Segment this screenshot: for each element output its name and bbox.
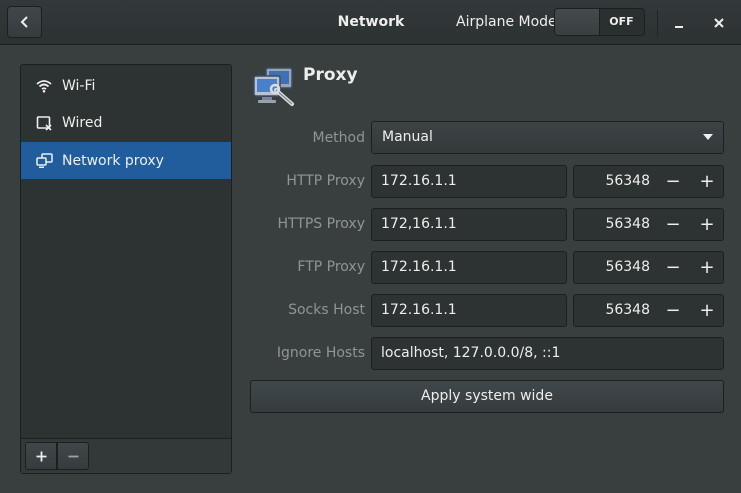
chevron-left-icon — [20, 16, 28, 28]
switch-knob[interactable] — [555, 9, 600, 35]
ftp-proxy-port-spinbutton[interactable]: 56348 − + — [573, 251, 724, 284]
sidebar-item-label: Wired — [62, 114, 103, 131]
chevron-down-icon — [703, 134, 713, 140]
header-separator — [657, 10, 658, 36]
http-proxy-host-input[interactable]: 172.16.1.1 — [371, 165, 567, 198]
ignore-hosts-label: Ignore Hosts — [276, 345, 365, 361]
minus-icon — [68, 455, 78, 457]
minimize-icon — [675, 26, 683, 28]
wifi-icon — [35, 77, 53, 95]
method-dropdown[interactable]: Manual — [371, 121, 724, 154]
ftp-proxy-label: FTP Proxy — [297, 259, 365, 275]
sidebar-item-label: Network proxy — [62, 152, 164, 169]
panel-title: Proxy — [303, 65, 358, 85]
port-decrement-button[interactable]: − — [656, 295, 690, 326]
port-increment-button[interactable]: + — [690, 209, 724, 240]
method-label: Method — [312, 130, 365, 146]
sidebar-toolbar — [21, 438, 231, 473]
method-value: Manual — [382, 129, 433, 145]
plus-icon — [36, 451, 46, 461]
https-proxy-port-spinbutton[interactable]: 56348 − + — [573, 208, 724, 241]
close-icon — [714, 18, 724, 28]
port-decrement-button[interactable]: − — [656, 209, 690, 240]
sidebar-item-label: Wi-Fi — [62, 77, 96, 94]
airplane-mode-label: Airplane Mode — [456, 14, 557, 30]
port-increment-button[interactable]: + — [690, 166, 724, 197]
sidebar: Wi-Fi Wired Network proxy — [20, 64, 232, 474]
port-value[interactable]: 56348 — [574, 252, 650, 283]
port-increment-button[interactable]: + — [690, 295, 724, 326]
port-value[interactable]: 56348 — [574, 166, 650, 197]
port-value[interactable]: 56348 — [574, 209, 650, 240]
back-button[interactable] — [7, 6, 42, 38]
port-decrement-button[interactable]: − — [656, 166, 690, 197]
ftp-proxy-host-input[interactable]: 172.16.1.1 — [371, 251, 567, 284]
add-connection-button[interactable] — [25, 442, 57, 470]
switch-state-label: OFF — [609, 15, 634, 28]
airplane-mode-switch[interactable]: OFF — [554, 8, 645, 36]
minimize-button[interactable] — [666, 10, 692, 36]
apply-system-wide-button[interactable]: Apply system wide — [250, 380, 724, 413]
proxy-icon — [253, 67, 294, 106]
wired-icon — [35, 114, 53, 132]
sidebar-item-wired[interactable]: Wired — [21, 104, 231, 141]
socks-port-spinbutton[interactable]: 56348 − + — [573, 294, 724, 327]
https-proxy-host-input[interactable]: 172,16.1.1 — [371, 208, 567, 241]
header-bar: Network Airplane Mode OFF — [0, 0, 741, 45]
http-proxy-label: HTTP Proxy — [286, 173, 365, 189]
port-increment-button[interactable]: + — [690, 252, 724, 283]
remove-connection-button[interactable] — [57, 442, 89, 470]
socks-host-label: Socks Host — [288, 302, 365, 318]
port-value[interactable]: 56348 — [574, 295, 650, 326]
https-proxy-label: HTTPS Proxy — [277, 216, 365, 232]
sidebar-item-network-proxy[interactable]: Network proxy — [21, 142, 231, 179]
close-button[interactable] — [706, 10, 732, 36]
http-proxy-port-spinbutton[interactable]: 56348 − + — [573, 165, 724, 198]
ignore-hosts-input[interactable]: localhost, 127.0.0.0/8, ::1 — [371, 337, 724, 370]
socks-host-input[interactable]: 172.16.1.1 — [371, 294, 567, 327]
window-title: Network — [337, 14, 405, 30]
sidebar-item-wifi[interactable]: Wi-Fi — [21, 67, 231, 104]
port-decrement-button[interactable]: − — [656, 252, 690, 283]
network-proxy-icon — [35, 152, 53, 170]
